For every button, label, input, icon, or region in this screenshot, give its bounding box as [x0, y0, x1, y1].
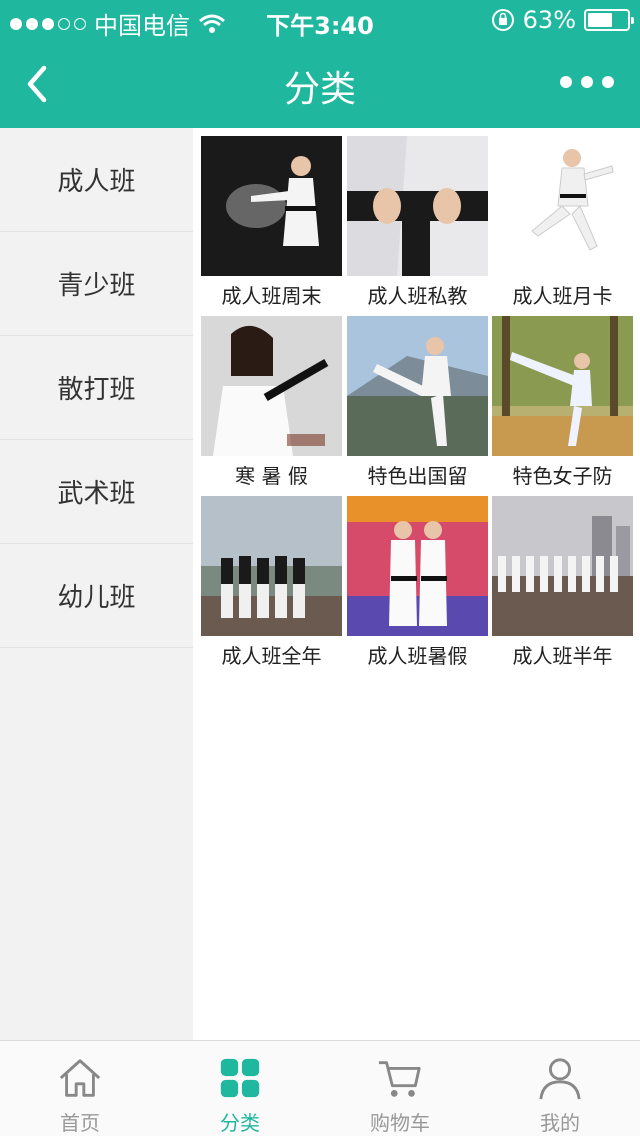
tab-category[interactable]: 分类 [160, 1041, 320, 1136]
product-card[interactable]: 成人班暑假 [347, 496, 488, 676]
product-card[interactable]: 成人班月卡 [492, 136, 633, 316]
battery-percent: 63% [522, 6, 576, 34]
home-icon [59, 1059, 101, 1097]
sidebar-item-sanda[interactable]: 散打班 [0, 336, 193, 440]
sidebar-item-wushu[interactable]: 武术班 [0, 440, 193, 544]
product-title: 寒 暑 假 [235, 464, 308, 488]
tab-home[interactable]: 首页 [0, 1041, 160, 1136]
tab-cart[interactable]: 购物车 [320, 1041, 480, 1136]
bottom-tab-bar: 首页 分类 购物车 我的 [0, 1040, 640, 1136]
product-image [347, 136, 488, 276]
product-title: 特色女子防 [512, 464, 613, 488]
sidebar-item-label: 散打班 [57, 375, 136, 405]
product-card[interactable]: 成人班半年 [492, 496, 633, 676]
product-image [347, 496, 488, 636]
battery-level-fill [588, 13, 612, 27]
sidebar-item-youth[interactable]: 青少班 [0, 232, 193, 336]
product-card[interactable]: 成人班私教 [347, 136, 488, 316]
product-card[interactable]: 特色女子防 [492, 316, 633, 496]
tab-label: 首页 [60, 1111, 100, 1135]
sidebar-item-label: 成人班 [57, 167, 136, 197]
product-image [347, 316, 488, 456]
sidebar-item-label: 武术班 [57, 479, 136, 509]
tab-label: 购物车 [370, 1111, 430, 1135]
product-title: 特色出国留 [367, 464, 468, 488]
sidebar-item-label: 青少班 [57, 271, 136, 301]
battery-icon [584, 9, 634, 31]
nav-bar: 分类 [0, 40, 640, 128]
product-image [201, 496, 342, 636]
cart-icon [378, 1061, 421, 1097]
sidebar-item-kids[interactable]: 幼儿班 [0, 544, 193, 648]
more-menu-icon[interactable] [560, 76, 614, 88]
product-image [201, 316, 342, 456]
category-sidebar: 成人班 青少班 散打班 武术班 幼儿班 [0, 128, 193, 1040]
status-bar: 中国电信 下午3:40 63% [0, 0, 640, 40]
page-title: 分类 [283, 69, 356, 110]
tab-label: 分类 [220, 1111, 260, 1135]
product-title: 成人班半年 [512, 644, 613, 668]
product-title: 成人班月卡 [512, 284, 613, 308]
sidebar-item-adult[interactable]: 成人班 [0, 128, 193, 232]
product-card[interactable]: 特色出国留 [347, 316, 488, 496]
product-title: 成人班私教 [367, 284, 468, 308]
product-card[interactable]: 寒 暑 假 [201, 316, 342, 496]
product-image [201, 136, 342, 276]
category-icon [220, 1058, 260, 1098]
user-icon [539, 1058, 581, 1100]
product-title: 成人班周末 [221, 284, 322, 308]
product-grid: 成人班周末 成人班私教 成人班月卡 寒 暑 假 特色出国留 特色女子防 成人班全… [193, 128, 640, 1040]
product-card[interactable]: 成人班全年 [201, 496, 342, 676]
product-image [492, 316, 633, 456]
rotation-lock-icon [491, 9, 514, 31]
product-title: 成人班全年 [221, 644, 322, 668]
sidebar-item-label: 幼儿班 [57, 583, 136, 613]
product-title: 成人班暑假 [367, 644, 468, 668]
tab-profile[interactable]: 我的 [480, 1041, 640, 1136]
product-image [492, 496, 633, 636]
product-image [492, 136, 633, 276]
product-card[interactable]: 成人班周末 [201, 136, 342, 316]
tab-label: 我的 [540, 1111, 580, 1135]
